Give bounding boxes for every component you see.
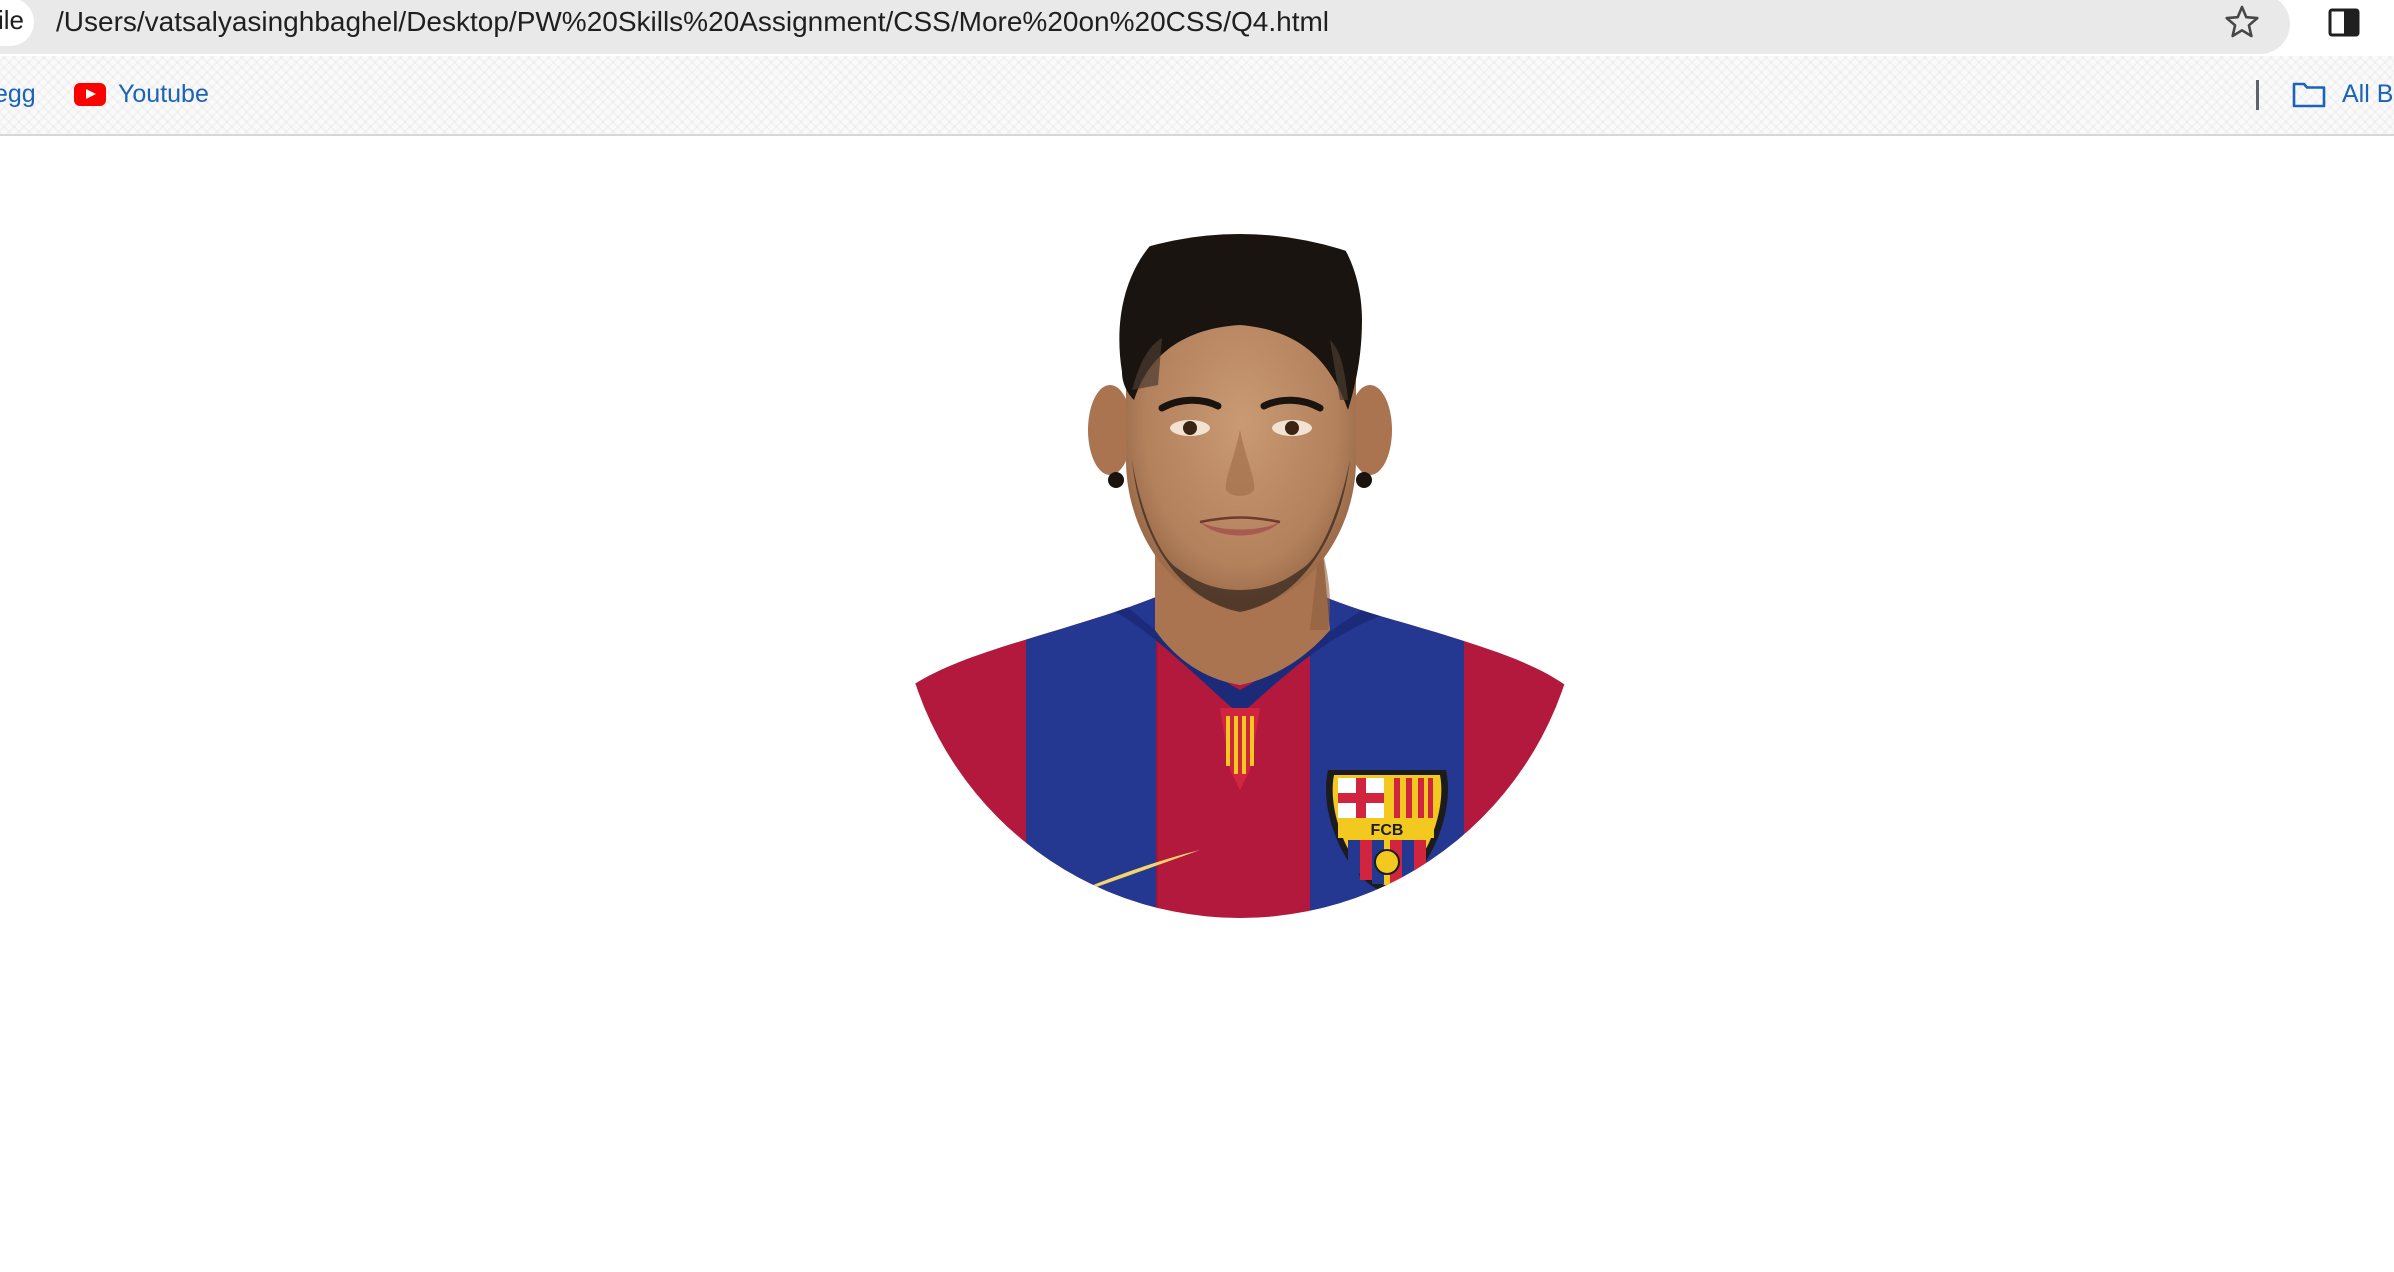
bookmark-item[interactable]: egg <box>0 74 36 114</box>
portrait-illustration: FCB QATAR <box>900 234 1580 1076</box>
bookmarks-bar: egg Youtube All Bo <box>0 56 2394 136</box>
youtube-icon <box>74 82 106 106</box>
address-url[interactable]: /Users/vatsalyasinghbaghel/Desktop/PW%20… <box>56 0 1329 44</box>
side-panel-icon <box>2328 8 2360 37</box>
side-panel-button[interactable] <box>2324 2 2364 42</box>
all-bookmarks-button[interactable]: All Bo <box>2292 74 2394 114</box>
bookmark-youtube[interactable]: Youtube <box>74 74 209 114</box>
sponsor-text: QATAR <box>1041 957 1439 1076</box>
bookmark-star-button[interactable] <box>2222 2 2262 42</box>
bookmarks-separator <box>2256 80 2259 110</box>
crest-text: FCB <box>1371 822 1404 839</box>
folder-icon <box>2292 82 2326 108</box>
browser-toolbar: ile /Users/vatsalyasinghbaghel/Desktop/P… <box>0 0 2394 56</box>
all-bookmarks-label: All Bo <box>2342 80 2394 108</box>
bookmark-youtube-label: Youtube <box>118 80 209 108</box>
star-icon <box>2225 5 2259 38</box>
profile-image: FCB QATAR <box>900 160 1580 1076</box>
